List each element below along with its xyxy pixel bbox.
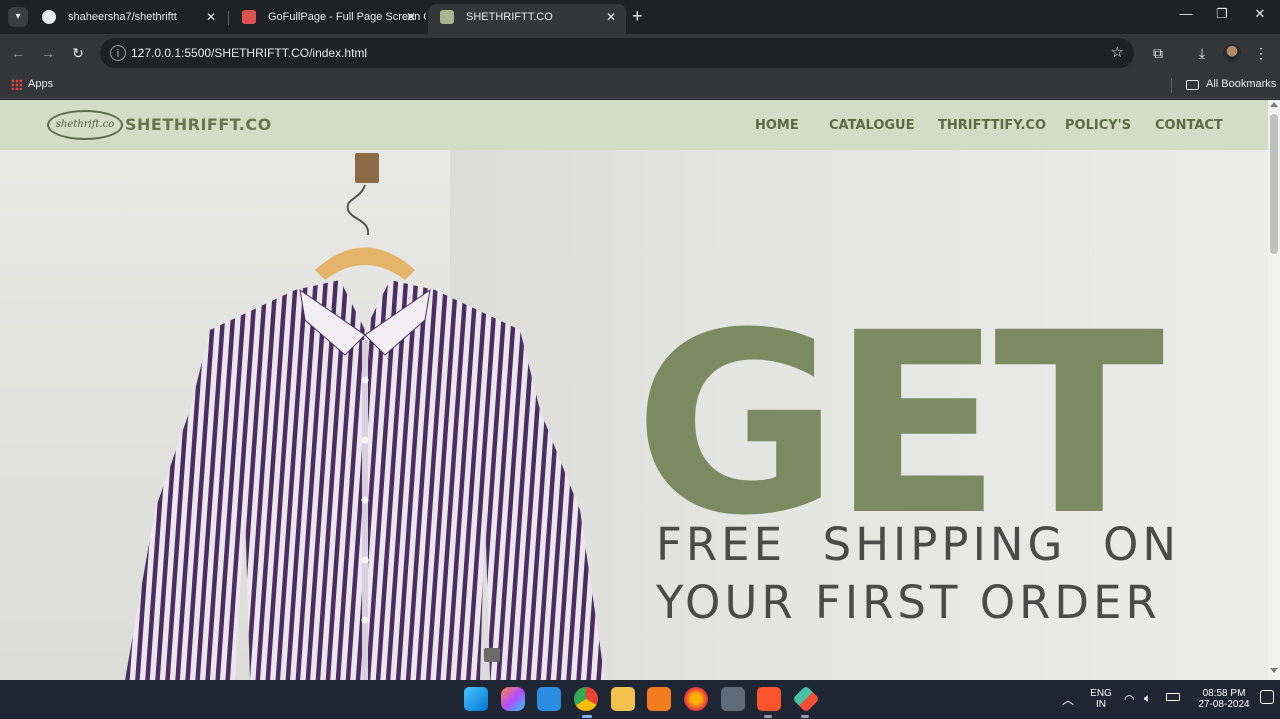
copilot-icon[interactable] bbox=[501, 687, 525, 711]
tray-overflow-icon[interactable]: ︿ bbox=[1062, 691, 1074, 708]
app-indicator bbox=[764, 715, 772, 718]
tab-title: GoFullPage - Full Page Screen C bbox=[268, 11, 426, 23]
site-navbar: shethrift.co SHETHRIFFT.CO HOME CATALOGU… bbox=[0, 100, 1268, 150]
scroll-down-arrow-icon[interactable] bbox=[1270, 668, 1278, 673]
wall-hook-image bbox=[355, 153, 379, 183]
tab-divider bbox=[228, 11, 229, 25]
app-indicator bbox=[801, 715, 809, 718]
bookmark-star-icon[interactable]: ☆ bbox=[1111, 43, 1124, 61]
bookmarks-bar: Apps All Bookmarks bbox=[0, 72, 1280, 99]
nav-thrifttify[interactable]: THRIFTTIFY.CO bbox=[938, 118, 1046, 133]
calculator-icon[interactable] bbox=[721, 687, 745, 711]
page-viewport: shethrift.co SHETHRIFFT.CO HOME CATALOGU… bbox=[0, 100, 1268, 680]
git-icon[interactable] bbox=[792, 685, 820, 713]
clock-time: 08:58 PM bbox=[1202, 688, 1246, 699]
striped-shirt-image bbox=[125, 184, 605, 680]
nav-policys[interactable]: POLICY'S bbox=[1065, 118, 1131, 133]
window-close-button[interactable]: ✕ bbox=[1250, 6, 1270, 22]
github-icon bbox=[42, 10, 56, 24]
wifi-icon[interactable]: ◠ bbox=[1124, 692, 1134, 706]
tab-title: shaheersha7/shethriftt bbox=[68, 11, 177, 23]
nav-contact[interactable]: CONTACT bbox=[1155, 118, 1223, 133]
scroll-up-arrow-icon[interactable] bbox=[1270, 102, 1278, 107]
chrome-icon[interactable] bbox=[574, 687, 598, 711]
hero-promo-line-1: FREE SHIPPING ON bbox=[656, 518, 1181, 571]
tab-shethriftt[interactable]: SHETHRIFTT.CO ✕ bbox=[428, 4, 626, 34]
folder-icon[interactable] bbox=[1186, 80, 1199, 90]
nav-catalogue[interactable]: CATALOGUE bbox=[829, 118, 915, 133]
windows-taskbar: ︿ ENG IN ◠ 🔈︎ 08:58 PM 27-08-2024 bbox=[0, 680, 1280, 719]
address-bar[interactable]: i 127.0.0.1:5500/SHETHRIFTT.CO/index.htm… bbox=[100, 38, 1134, 68]
back-button[interactable]: ← bbox=[8, 43, 28, 63]
download-icon[interactable]: ⤓ bbox=[1192, 43, 1212, 63]
close-icon[interactable]: ✕ bbox=[206, 4, 216, 30]
gofullpage-icon bbox=[242, 10, 256, 24]
kebab-menu-icon[interactable]: ⋮ bbox=[1251, 43, 1271, 63]
apps-bookmark[interactable]: Apps bbox=[28, 78, 53, 90]
site-info-icon[interactable]: i bbox=[110, 45, 126, 61]
url-text[interactable]: 127.0.0.1:5500/SHETHRIFTT.CO/index.html bbox=[131, 46, 367, 60]
apps-grid-icon[interactable] bbox=[11, 79, 22, 90]
clock[interactable]: 08:58 PM 27-08-2024 bbox=[1192, 688, 1256, 710]
tab-github[interactable]: shaheersha7/shethriftt ✕ bbox=[30, 4, 226, 34]
volume-icon[interactable]: 🔈︎ bbox=[1144, 691, 1151, 706]
reload-button[interactable]: ↻ bbox=[68, 43, 88, 63]
tab-title: SHETHRIFTT.CO bbox=[466, 11, 553, 23]
hero-headline: GET bbox=[634, 279, 1165, 570]
close-icon[interactable]: ✕ bbox=[406, 4, 416, 30]
language-indicator[interactable]: ENG IN bbox=[1088, 688, 1114, 710]
scroll-thumb[interactable] bbox=[1270, 114, 1278, 254]
minimize-button[interactable]: — bbox=[1176, 6, 1196, 21]
bookmark-divider bbox=[1171, 78, 1172, 93]
site-favicon bbox=[440, 10, 454, 24]
windows-start-icon[interactable] bbox=[464, 687, 488, 711]
extensions-icon[interactable]: ⧉ bbox=[1148, 43, 1168, 63]
page-scrollbar[interactable] bbox=[1268, 100, 1280, 680]
logo-script-text: shethrift.co bbox=[55, 119, 115, 130]
active-app-indicator bbox=[582, 715, 592, 718]
brave-icon[interactable] bbox=[757, 687, 781, 711]
tab-gofullpage[interactable]: GoFullPage - Full Page Screen C ✕ bbox=[230, 4, 426, 34]
new-tab-button[interactable]: + bbox=[632, 6, 643, 27]
forward-button[interactable]: → bbox=[38, 43, 58, 63]
browser-toolbar: ← → ↻ i 127.0.0.1:5500/SHETHRIFTT.CO/ind… bbox=[0, 34, 1280, 72]
vscode-icon[interactable] bbox=[537, 687, 561, 711]
xampp-icon[interactable] bbox=[647, 687, 671, 711]
clock-date: 27-08-2024 bbox=[1198, 699, 1250, 710]
notification-bell-icon[interactable] bbox=[1260, 690, 1274, 704]
restore-button[interactable]: ❐ bbox=[1212, 6, 1232, 22]
firefox-icon[interactable] bbox=[684, 687, 708, 711]
tab-search-button[interactable]: ▾ bbox=[8, 7, 28, 27]
battery-icon[interactable] bbox=[1166, 693, 1180, 701]
profile-avatar[interactable] bbox=[1223, 44, 1241, 62]
logo-emblem[interactable]: shethrift.co bbox=[47, 110, 123, 140]
nav-home[interactable]: HOME bbox=[755, 118, 799, 133]
tab-strip: ▾ shaheersha7/shethriftt ✕ GoFullPage - … bbox=[0, 0, 1280, 34]
language-bottom: IN bbox=[1096, 699, 1106, 710]
logo-wordmark[interactable]: SHETHRIFFT.CO bbox=[125, 115, 272, 134]
hero-promo-line-2: YOUR FIRST ORDER bbox=[656, 576, 1161, 629]
language-top: ENG bbox=[1090, 688, 1112, 699]
all-bookmarks-button[interactable]: All Bookmarks bbox=[1206, 78, 1276, 90]
file-explorer-icon[interactable] bbox=[611, 687, 635, 711]
close-icon[interactable]: ✕ bbox=[606, 4, 616, 30]
